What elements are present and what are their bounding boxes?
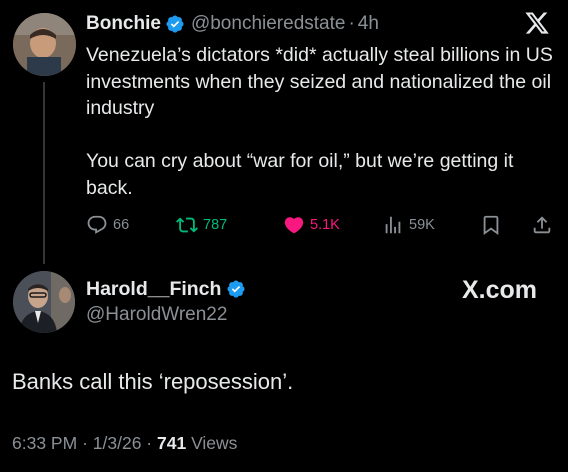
- thread-line: [43, 82, 45, 264]
- like-button[interactable]: 5.1K: [283, 212, 340, 238]
- parent-action-bar: 66 787 5.1K 59K: [86, 212, 556, 238]
- parent-timestamp[interactable]: 4h: [358, 13, 379, 35]
- main-views-count[interactable]: 741: [157, 433, 186, 453]
- repost-button[interactable]: 787: [176, 212, 227, 238]
- views-button[interactable]: 59K: [382, 212, 435, 238]
- share-icon: [533, 216, 551, 234]
- harold-finch-avatar[interactable]: [13, 271, 75, 333]
- reply-icon: [87, 215, 107, 234]
- views-label: Views: [186, 433, 238, 453]
- bookmark-button[interactable]: [480, 212, 507, 238]
- main-author-row: Harold__Finch: [86, 276, 252, 302]
- parent-tweet-text: Venezuela’s dictators *did* actually ste…: [86, 42, 554, 201]
- meta-separator-2: ·: [146, 433, 153, 453]
- verified-badge-icon: [227, 280, 245, 298]
- main-tweet-text: Banks call this ‘reposession’.: [12, 369, 294, 394]
- verified-badge-icon: [166, 15, 184, 33]
- meta-separator-1: ·: [82, 433, 88, 453]
- reply-count: 66: [113, 217, 130, 233]
- tweet-meta: 6:33 PM · 1/3/26 · 741 Views: [12, 433, 237, 454]
- main-handle[interactable]: @HaroldWren22: [86, 304, 227, 326]
- views-icon: [385, 216, 401, 234]
- parent-tweet-header: Bonchie @bonchieredstate · 4h: [86, 11, 379, 37]
- views-count: 59K: [409, 217, 435, 233]
- share-button[interactable]: [531, 212, 558, 238]
- x-com-watermark: X.com: [462, 276, 538, 304]
- x-logo-icon[interactable]: [524, 10, 550, 36]
- parent-author-name[interactable]: Bonchie: [86, 13, 161, 35]
- tweet-date[interactable]: 1/3/26: [93, 433, 142, 453]
- repost-count: 787: [203, 217, 228, 233]
- like-icon: [284, 217, 304, 234]
- reply-button[interactable]: 66: [86, 212, 129, 238]
- parent-paragraph-1: Venezuela’s dictators *did* actually ste…: [86, 44, 553, 119]
- parent-paragraph-2: You can cry about “war for oil,” but we’…: [86, 150, 514, 199]
- main-author-name[interactable]: Harold__Finch: [86, 278, 221, 301]
- like-count: 5.1K: [310, 217, 340, 233]
- bookmark-icon: [483, 215, 499, 236]
- bonchie-avatar[interactable]: [13, 13, 76, 76]
- repost-icon: [176, 217, 198, 233]
- tweet-time[interactable]: 6:33 PM: [12, 433, 77, 453]
- header-separator: ·: [348, 13, 355, 34]
- parent-handle[interactable]: @bonchieredstate: [191, 13, 346, 35]
